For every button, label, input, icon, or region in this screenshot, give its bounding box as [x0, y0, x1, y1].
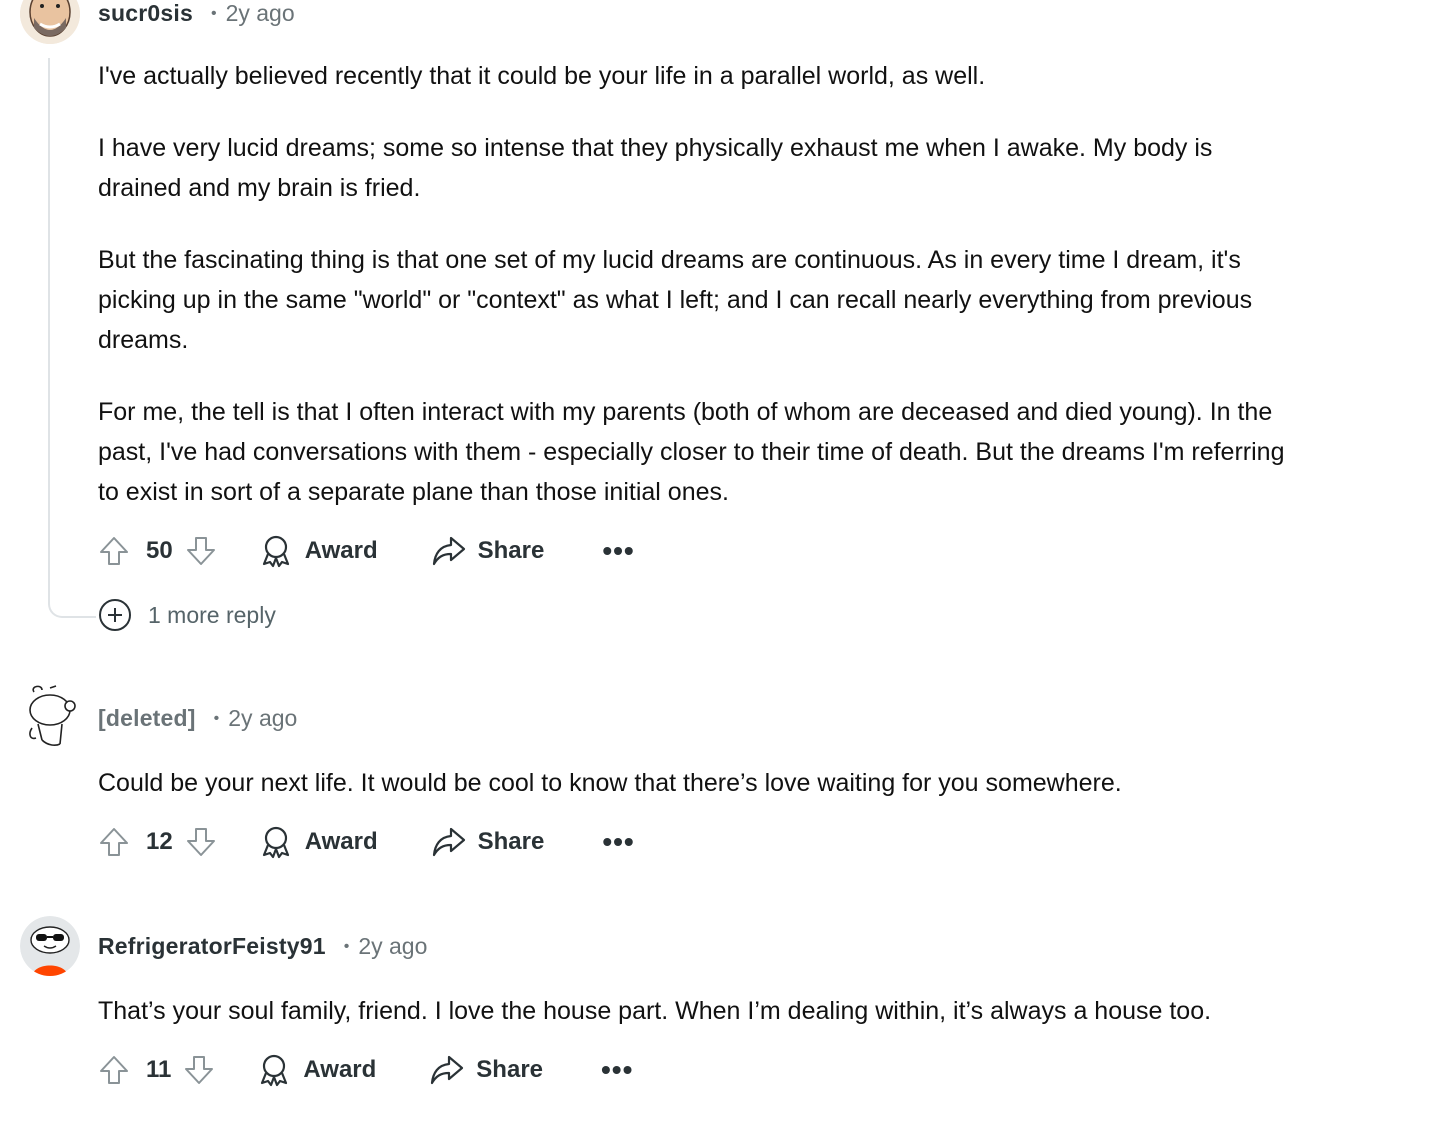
award-icon	[262, 535, 289, 568]
upvote-icon[interactable]	[98, 1054, 130, 1086]
avatar-deleted	[20, 684, 80, 750]
share-button[interactable]: Share	[432, 827, 545, 857]
comment-paragraph: picking up in the same "world" or "conte…	[98, 286, 1253, 314]
award-label: Award	[304, 537, 378, 564]
share-icon	[432, 827, 465, 857]
award-icon	[262, 826, 289, 859]
share-button[interactable]: Share	[430, 1055, 543, 1085]
timestamp[interactable]: 2y ago	[228, 705, 297, 732]
downvote-icon[interactable]	[185, 535, 217, 567]
comment-paragraph: past, I've had conversations with them -…	[98, 438, 1285, 466]
more-options-button[interactable]: •••	[602, 828, 634, 856]
more-options-button[interactable]: •••	[602, 537, 634, 565]
comment-paragraph: I have very lucid dreams; some so intens…	[98, 134, 1213, 162]
author-name[interactable]: RefrigeratorFeisty91	[98, 933, 326, 960]
share-button[interactable]: Share	[432, 536, 545, 566]
vote-score: 11	[146, 1056, 172, 1083]
award-label: Award	[303, 1056, 377, 1083]
award-button[interactable]: Award	[259, 534, 378, 568]
comment-paragraph: But the fascinating thing is that one se…	[98, 246, 1241, 274]
more-replies-link[interactable]: 1 more reply	[98, 598, 276, 632]
avatar-sucr0sis[interactable]	[20, 0, 80, 44]
snoo-sunglasses-icon	[20, 916, 80, 976]
avatar-face-icon	[20, 0, 80, 44]
comment-meta: sucr0sis • 2y ago	[98, 0, 295, 27]
timestamp[interactable]: 2y ago	[226, 0, 295, 27]
downvote-icon[interactable]	[183, 1054, 215, 1086]
author-name: [deleted]	[98, 705, 196, 731]
vote-score: 50	[146, 537, 173, 564]
snoo-placeholder-icon	[29, 685, 76, 746]
award-icon	[261, 1054, 288, 1087]
share-label: Share	[476, 1056, 543, 1083]
comment-actions: 50 Award Share •••	[98, 534, 635, 568]
timestamp[interactable]: 2y ago	[358, 933, 427, 960]
award-button[interactable]: Award	[257, 1053, 376, 1087]
comment-paragraph: For me, the tell is that I often interac…	[98, 398, 1273, 426]
award-button[interactable]: Award	[259, 825, 378, 859]
plus-circle-icon	[99, 599, 131, 631]
comment-paragraph: I've actually believed recently that it …	[98, 62, 986, 90]
comment-paragraph: That’s your soul family, friend. I love …	[98, 997, 1212, 1025]
share-label: Share	[477, 828, 545, 855]
comment-actions: 12 Award Share •••	[98, 825, 635, 859]
comment-meta: RefrigeratorFeisty91 • 2y ago	[98, 933, 427, 960]
comment-paragraph: to exist in sort of a separate plane tha…	[98, 478, 729, 506]
separator-dot: •	[213, 709, 220, 727]
author-name[interactable]: sucr0sis	[98, 0, 193, 27]
comment-paragraph: drained and my brain is fried.	[98, 174, 421, 202]
share-icon	[432, 536, 465, 566]
thread-line	[48, 58, 96, 618]
comment-actions: 11 Award Share •••	[98, 1053, 633, 1087]
comment-body: I've actually believed recently that it …	[98, 56, 1448, 544]
comment-paragraph: Could be your next life. It would be coo…	[98, 769, 1122, 797]
separator-dot: •	[210, 4, 217, 22]
award-label: Award	[304, 828, 378, 855]
more-replies-label: 1 more reply	[148, 601, 276, 628]
separator-dot: •	[343, 937, 350, 955]
downvote-icon[interactable]	[185, 826, 217, 858]
share-label: Share	[477, 537, 545, 564]
comment-paragraph: dreams.	[98, 326, 189, 354]
upvote-icon[interactable]	[98, 826, 130, 858]
upvote-icon[interactable]	[98, 535, 130, 567]
share-icon	[431, 1055, 464, 1085]
avatar-refrigeratorfeisty91[interactable]	[20, 916, 80, 976]
more-options-button[interactable]: •••	[601, 1056, 633, 1084]
vote-score: 12	[146, 828, 173, 855]
comment-meta: [deleted] • 2y ago	[98, 705, 297, 732]
